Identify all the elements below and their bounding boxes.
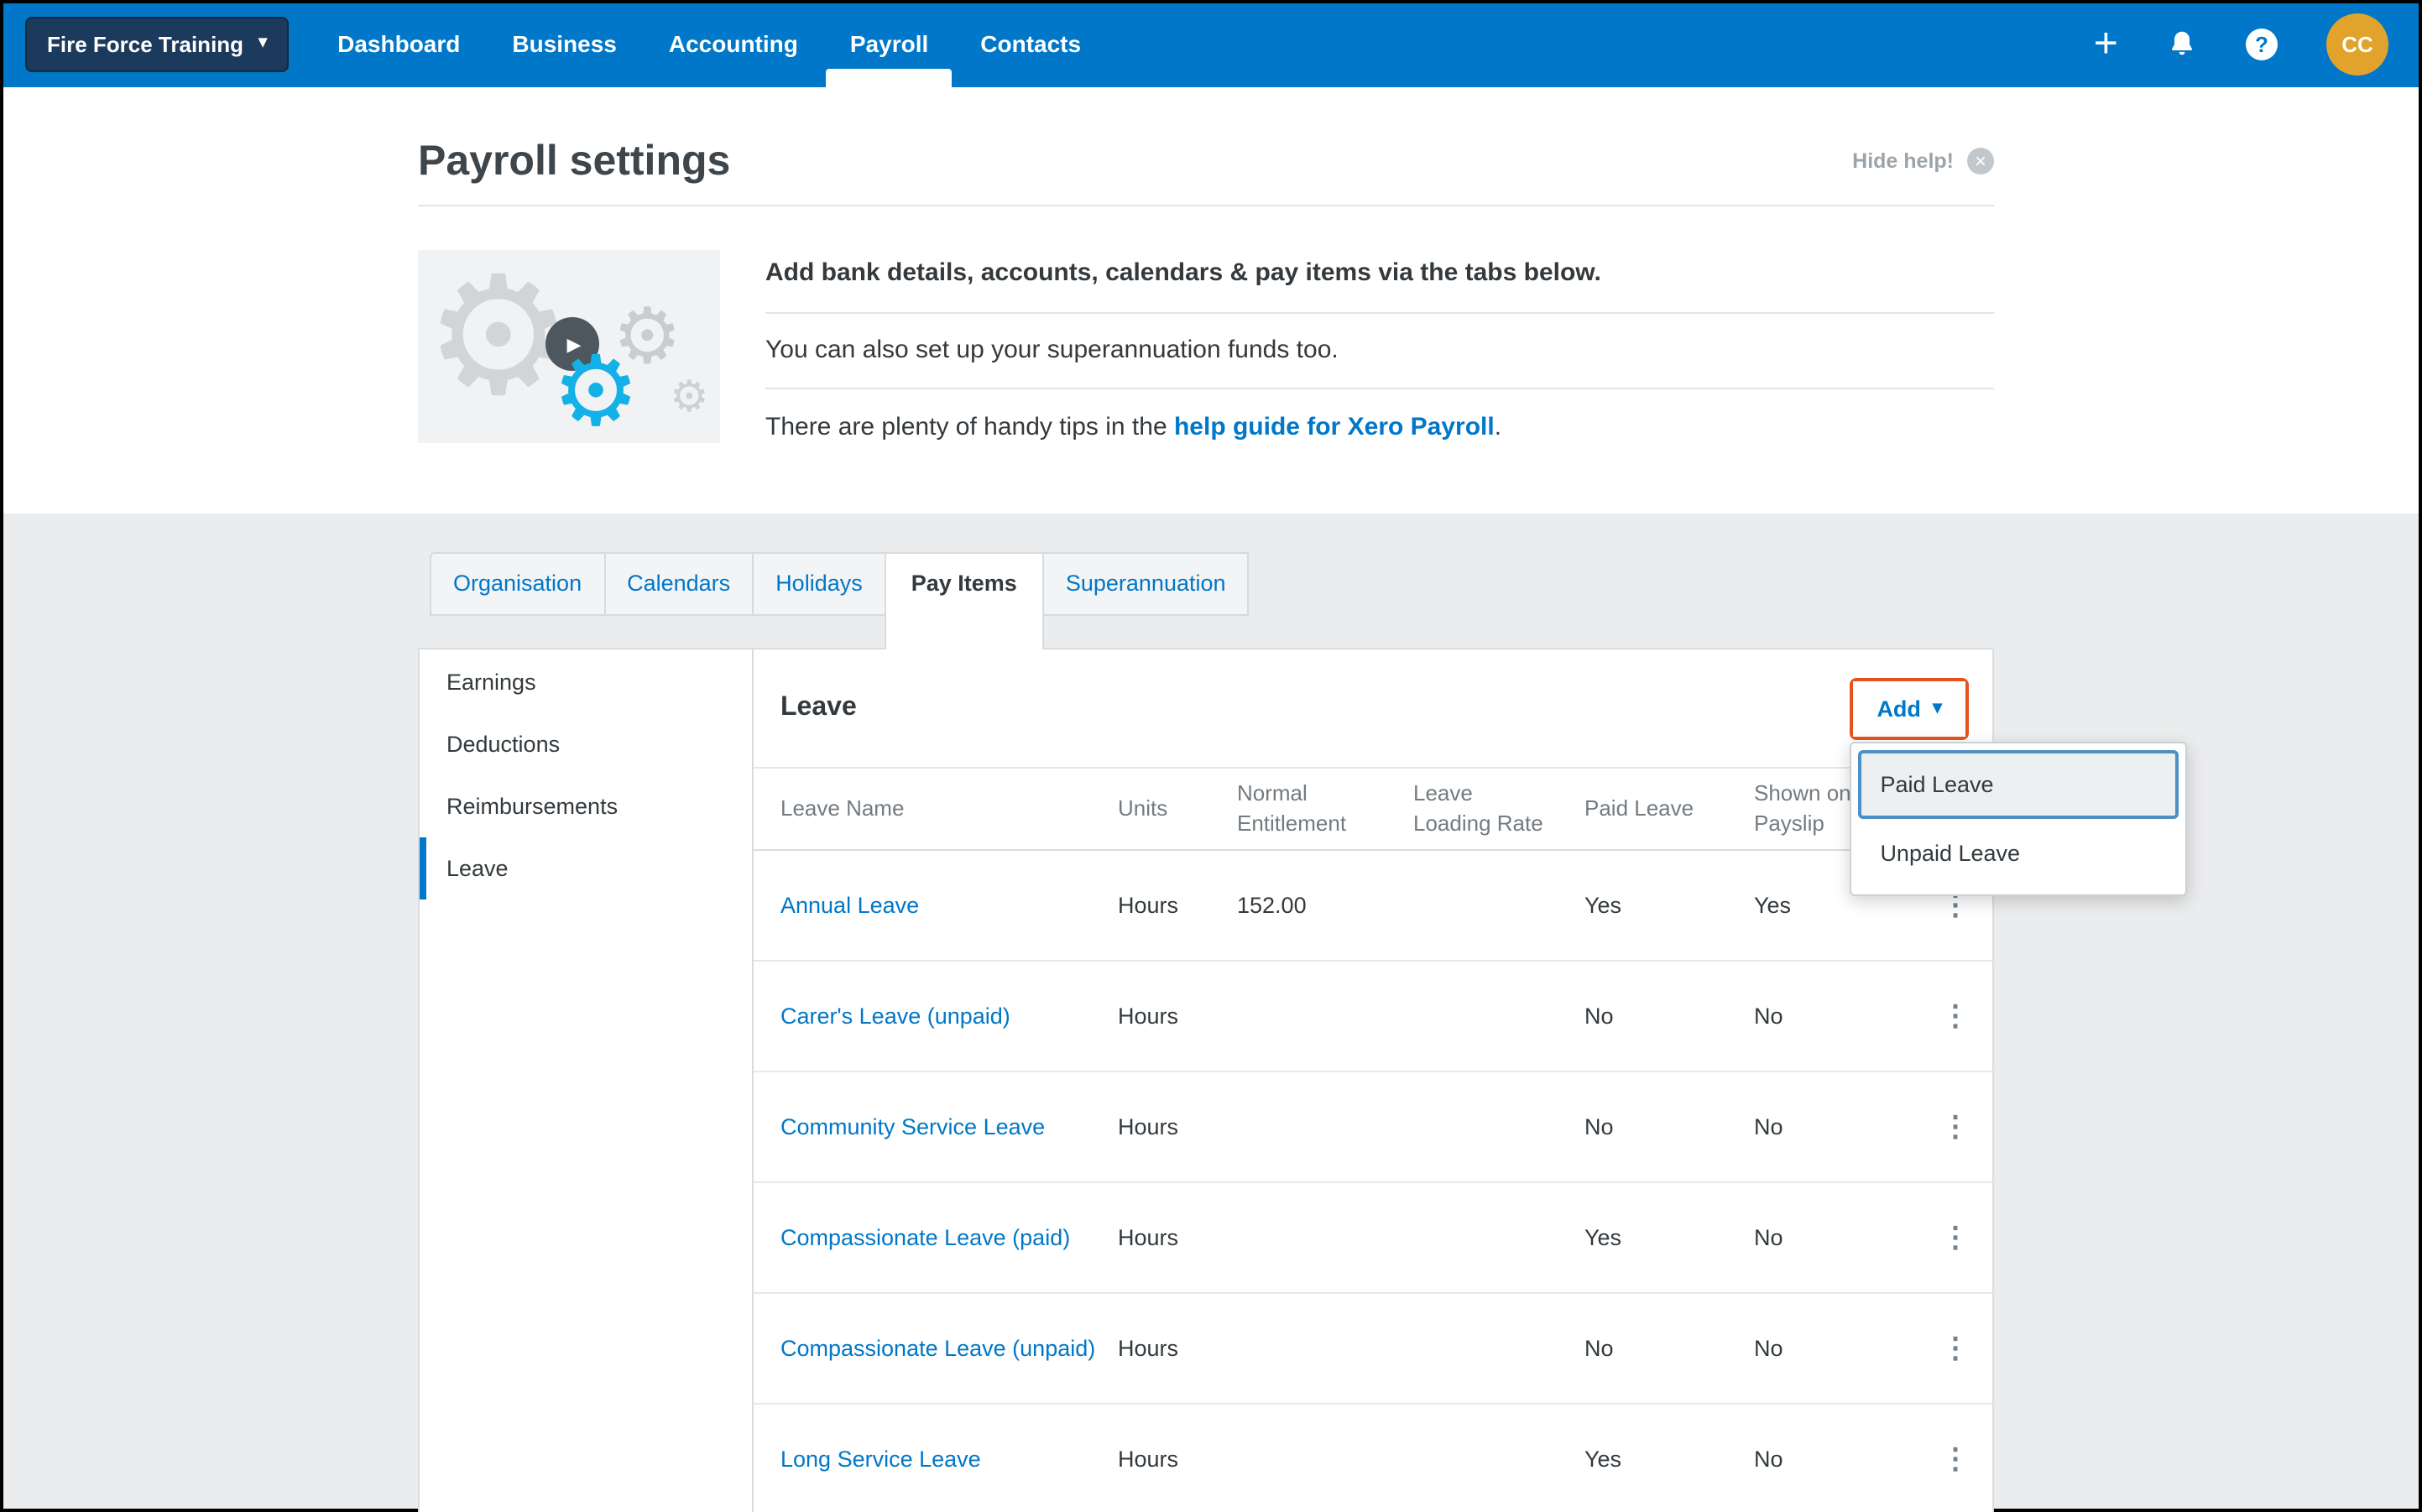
table-row: Compassionate Leave (paid) Hours Yes No … xyxy=(754,1183,1996,1294)
divider xyxy=(418,205,1994,206)
top-bar: Fire Force Training ▾ Dashboard Business… xyxy=(0,0,2422,87)
nav-contacts[interactable]: Contacts xyxy=(980,0,1081,87)
help-line-3-suffix: . xyxy=(1495,413,1501,441)
row-menu-kebab-icon[interactable]: ⋮ xyxy=(1941,1113,1970,1141)
cell-shown-on-payslip: No xyxy=(1754,1004,1915,1029)
nav-dashboard[interactable]: Dashboard xyxy=(337,0,460,87)
org-name: Fire Force Training xyxy=(47,31,243,56)
help-icon[interactable]: ? xyxy=(2246,28,2278,60)
tab-holidays[interactable]: Holidays xyxy=(752,552,886,616)
sidebar-item-reimbursements[interactable]: Reimbursements xyxy=(420,775,752,837)
cell-units: Hours xyxy=(1118,1004,1237,1029)
cell-paid-leave: No xyxy=(1584,1114,1754,1139)
close-icon: × xyxy=(1967,148,1994,175)
leave-panel-header: Leave Add ▾ Paid Leave Unpaid Leave xyxy=(754,649,1996,769)
table-row: Community Service Leave Hours No No ⋮ xyxy=(754,1072,1996,1183)
settings-tabs: Organisation Calendars Holidays Pay Item… xyxy=(430,552,2422,648)
help-text: Add bank details, accounts, calendars & … xyxy=(765,250,1994,443)
tab-organisation[interactable]: Organisation xyxy=(430,552,605,616)
cell-paid-leave: Yes xyxy=(1584,893,1754,918)
cell-shown-on-payslip: No xyxy=(1754,1225,1915,1250)
cell-shown-on-payslip: No xyxy=(1754,1447,1915,1472)
nav-business[interactable]: Business xyxy=(512,0,617,87)
help-guide-link[interactable]: help guide for Xero Payroll xyxy=(1174,413,1495,441)
col-header-normal-entitlement: Normal Entitlement xyxy=(1237,779,1413,838)
table-row: Annual Leave Hours 152.00 Yes Yes ⋮ xyxy=(754,851,1996,962)
table-row: Carer's Leave (unpaid) Hours No No ⋮ xyxy=(754,962,1996,1072)
add-dropdown-menu: Paid Leave Unpaid Leave xyxy=(1850,741,2187,895)
leave-table-header: Leave Name Units Normal Entitlement Leav… xyxy=(754,769,1996,851)
avatar[interactable]: CC xyxy=(2326,13,2388,75)
cell-units: Hours xyxy=(1118,893,1237,918)
leave-name-link[interactable]: Community Service Leave xyxy=(754,1114,1118,1139)
gear-icon: ⚙ xyxy=(670,374,709,418)
pay-items-subnav: Earnings Deductions Reimbursements Leave xyxy=(420,649,754,1512)
row-menu-kebab-icon[interactable]: ⋮ xyxy=(1941,1445,1970,1473)
sidebar-item-earnings[interactable]: Earnings xyxy=(420,651,752,713)
chevron-down-icon: ▾ xyxy=(258,35,267,52)
sidebar-item-deductions[interactable]: Deductions xyxy=(420,713,752,775)
col-header-units: Units xyxy=(1118,794,1237,823)
nav-accounting[interactable]: Accounting xyxy=(669,0,798,87)
cell-units: Hours xyxy=(1118,1114,1237,1139)
col-header-leave-loading-rate: Leave Loading Rate xyxy=(1413,779,1584,838)
leave-name-link[interactable]: Carer's Leave (unpaid) xyxy=(754,1004,1118,1029)
row-menu-kebab-icon[interactable]: ⋮ xyxy=(1941,1334,1970,1363)
screen: Fire Force Training ▾ Dashboard Business… xyxy=(0,0,2422,1512)
page-head: Payroll settings Hide help! × xyxy=(418,138,1994,185)
tab-calendars[interactable]: Calendars xyxy=(603,552,754,616)
cell-normal-entitlement: 152.00 xyxy=(1237,893,1413,918)
add-button[interactable]: Add ▾ xyxy=(1853,680,1965,736)
cell-shown-on-payslip: Yes xyxy=(1754,893,1915,918)
help-line-1: Add bank details, accounts, calendars & … xyxy=(765,250,1994,314)
add-button-label: Add xyxy=(1877,696,1921,721)
gears-illustration: ⚙ ⚙ ⚙ ▶ ⚙ xyxy=(418,250,720,443)
leave-name-link[interactable]: Compassionate Leave (unpaid) xyxy=(754,1336,1118,1361)
plus-icon[interactable]: + xyxy=(2094,23,2118,65)
settings-section: Organisation Calendars Holidays Pay Item… xyxy=(0,514,2422,1512)
help-banner: ⚙ ⚙ ⚙ ▶ ⚙ Add bank details, accounts, ca… xyxy=(418,250,1994,443)
tab-superannuation[interactable]: Superannuation xyxy=(1042,552,1250,616)
col-header-paid-leave: Paid Leave xyxy=(1584,794,1754,823)
topbar-actions: + ? CC xyxy=(2094,13,2388,75)
leave-name-link[interactable]: Long Service Leave xyxy=(754,1447,1118,1472)
cell-paid-leave: Yes xyxy=(1584,1225,1754,1250)
help-line-2: You can also set up your superannuation … xyxy=(765,314,1994,389)
cell-paid-leave: No xyxy=(1584,1004,1754,1029)
sidebar-item-leave[interactable]: Leave xyxy=(420,837,752,899)
top-nav: Dashboard Business Accounting Payroll Co… xyxy=(337,0,1081,87)
cell-shown-on-payslip: No xyxy=(1754,1336,1915,1361)
org-switcher[interactable]: Fire Force Training ▾ xyxy=(25,16,289,71)
leave-name-link[interactable]: Annual Leave xyxy=(754,893,1118,918)
menu-item-paid-leave[interactable]: Paid Leave xyxy=(1858,749,2179,818)
cell-units: Hours xyxy=(1118,1447,1237,1472)
cell-shown-on-payslip: No xyxy=(1754,1114,1915,1139)
cell-paid-leave: Yes xyxy=(1584,1447,1754,1472)
add-button-highlight-box: Add ▾ Paid Leave Unpaid Leave xyxy=(1850,677,1969,739)
nav-payroll[interactable]: Payroll xyxy=(850,0,928,87)
tab-pay-items[interactable]: Pay Items xyxy=(885,552,1044,649)
col-header-leave-name: Leave Name xyxy=(754,794,1118,823)
table-row: Compassionate Leave (unpaid) Hours No No… xyxy=(754,1294,1996,1405)
help-line-3-text: There are plenty of handy tips in the xyxy=(765,413,1174,441)
cell-paid-leave: No xyxy=(1584,1336,1754,1361)
row-menu-kebab-icon[interactable]: ⋮ xyxy=(1941,891,1970,920)
help-line-3: There are plenty of handy tips in the he… xyxy=(765,389,1994,441)
leave-name-link[interactable]: Compassionate Leave (paid) xyxy=(754,1225,1118,1250)
page-title: Payroll settings xyxy=(418,137,730,185)
cell-units: Hours xyxy=(1118,1336,1237,1361)
cell-units: Hours xyxy=(1118,1225,1237,1250)
leave-panel-title: Leave xyxy=(780,693,857,723)
row-menu-kebab-icon[interactable]: ⋮ xyxy=(1941,1223,1970,1252)
menu-item-unpaid-leave[interactable]: Unpaid Leave xyxy=(1858,818,2179,887)
hide-help-button[interactable]: Hide help! × xyxy=(1852,148,1994,175)
gear-icon: ⚙ xyxy=(552,344,639,441)
pay-items-card: Earnings Deductions Reimbursements Leave… xyxy=(418,648,1994,1512)
leave-panel: Leave Add ▾ Paid Leave Unpaid Leave xyxy=(754,649,1996,1512)
table-row: Long Service Leave Hours Yes No ⋮ xyxy=(754,1405,1996,1512)
chevron-down-icon: ▾ xyxy=(1933,699,1942,717)
hide-help-label: Hide help! xyxy=(1852,149,1954,173)
row-menu-kebab-icon[interactable]: ⋮ xyxy=(1941,1002,1970,1030)
notifications-bell-icon[interactable] xyxy=(2167,29,2197,59)
